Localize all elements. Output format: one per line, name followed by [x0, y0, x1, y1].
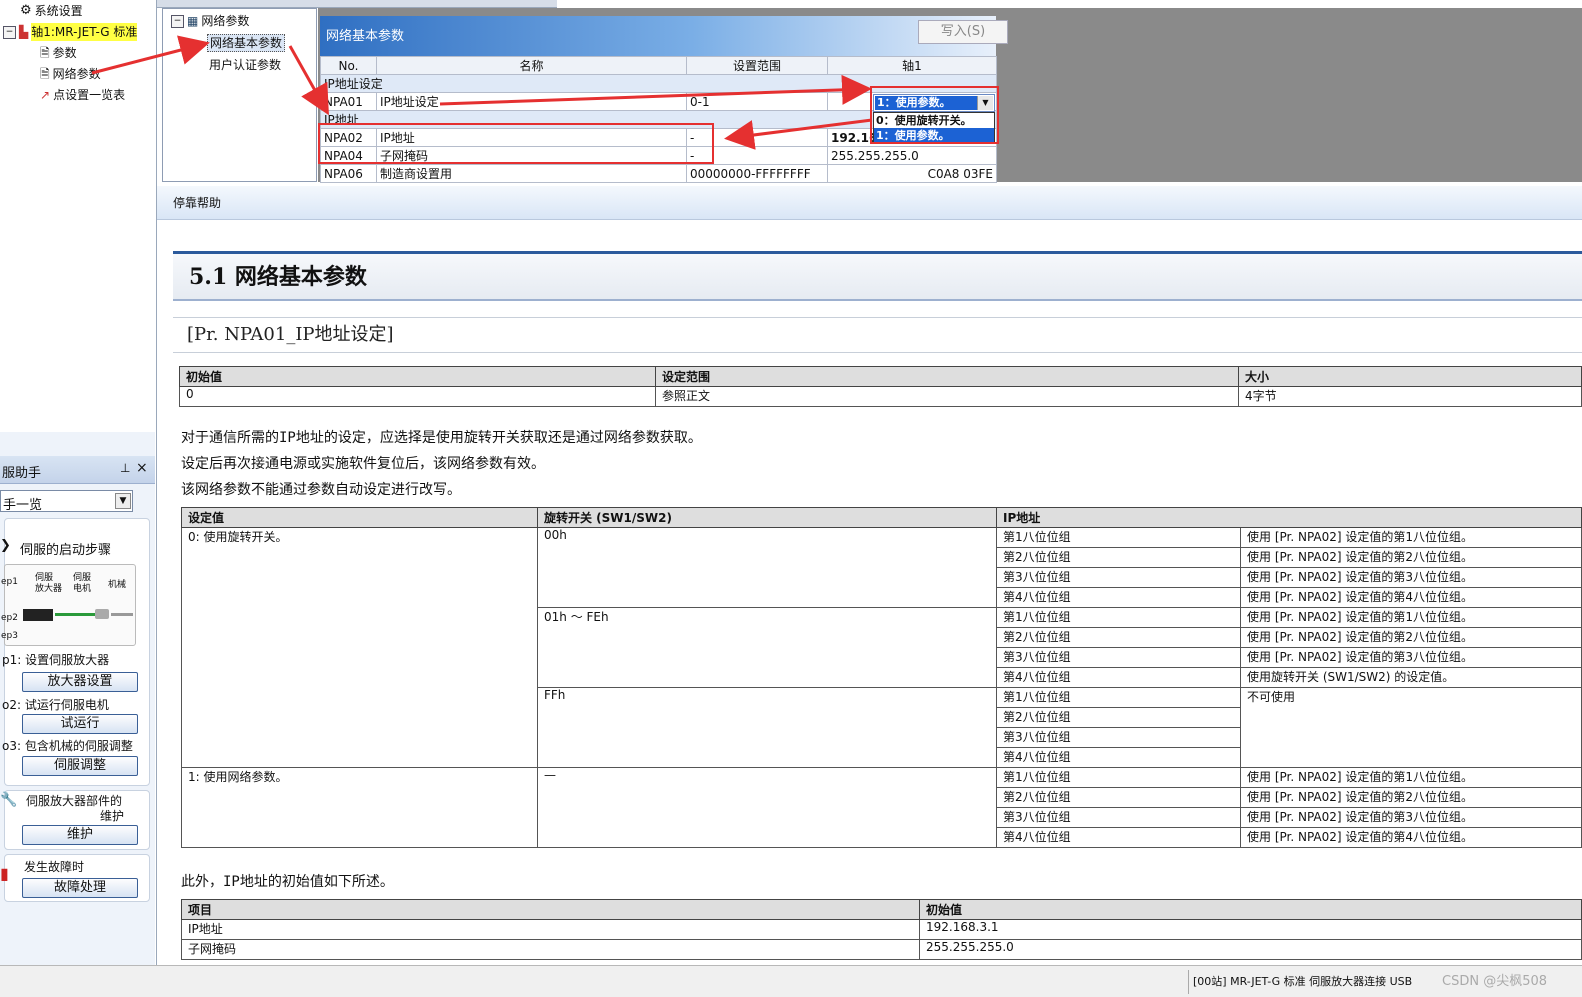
initial-values-table: 项目 初始值 IP地址 192.168.3.1 子网掩码 255.255.255… — [181, 899, 1582, 960]
paragraph: 设定后再次接通电源或实施软件复位后，该网络参数有效。 — [181, 456, 545, 472]
paragraph: 该网络参数不能通过参数自动设定进行改写。 — [181, 482, 461, 498]
status-bar: [00站] MR-JET-G 标准 伺服放大器连接 USB CSDN @尖枫50… — [0, 965, 1582, 997]
connection-status: [00站] MR-JET-G 标准 伺服放大器连接 USB — [1188, 970, 1438, 994]
watermark: CSDN @尖枫508 — [1442, 974, 1548, 989]
paragraph: 对于通信所需的IP地址的设定，应选择是使用旋转开关获取还是通过网络参数获取。 — [181, 430, 702, 446]
settings-table: 设定值 旋转开关 (SW1/SW2) IP地址 0: 使用旋转开关。 00h 第… — [181, 507, 1582, 848]
paragraph: 此外，IP地址的初始值如下所述。 — [181, 874, 394, 890]
section-title: 5.1 网络基本参数 — [173, 251, 1582, 301]
info-table: 初始值 设定范围 大小 0 参照正文 4字节 — [179, 366, 1582, 407]
param-subtitle: [Pr. NPA01_IP地址设定] — [173, 317, 1582, 353]
docked-help-bar[interactable]: 停靠帮助 — [157, 186, 1582, 220]
help-document: 5.1 网络基本参数 [Pr. NPA01_IP地址设定] 初始值 设定范围 大… — [157, 221, 1582, 965]
